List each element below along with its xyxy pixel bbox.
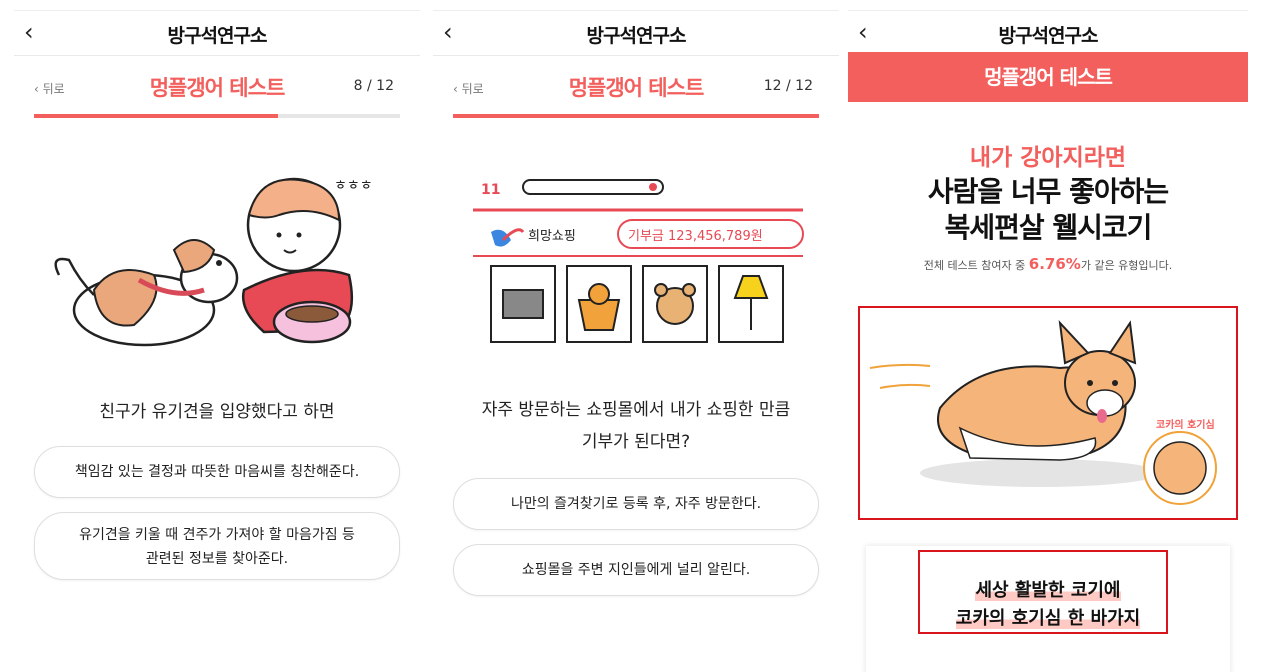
result-image-highlight: 코카의 호기심: [858, 306, 1238, 520]
answer-option-1[interactable]: 나만의 즐겨찾기로 등록 후, 자주 방문한다.: [453, 478, 819, 530]
donation-label: 기부금 123,456,789원: [628, 229, 763, 244]
question-line-2: 기부가 된다면?: [581, 432, 691, 452]
answer-option-2-line2: 관련된 정보를 찾아준다.: [145, 551, 289, 567]
question-line-1: 자주 방문하는 쇼핑몰에서 내가 쇼핑한 만큼: [481, 400, 791, 420]
quiz-header: ‹ 뒤로 멍플갱어 테스트 8 / 12: [14, 72, 420, 106]
description-line-2-text: 코카의 호기심 한 바가지: [955, 608, 1141, 629]
shop-name-label: 희망쇼핑: [528, 229, 576, 244]
progress-bar: [34, 114, 400, 118]
app-bar: ‹ 방구석연구소: [433, 10, 839, 56]
quiz-screen-question-8: ‹ 방구석연구소 ‹ 뒤로 멍플갱어 테스트 8 / 12 ㅎㅎㅎ 친구가 유기…: [14, 0, 420, 672]
answer-option-2[interactable]: 유기견을 키울 때 견주가 가져야 할 마음가짐 등 관련된 정보를 찾아준다.: [34, 512, 400, 580]
description-line-2: 코카의 호기심 한 바가지: [866, 604, 1230, 630]
answer-option-1[interactable]: 책임감 있는 결정과 따뜻한 마음씨를 칭찬해준다.: [34, 446, 400, 498]
progress-fill: [453, 114, 819, 118]
stat-percent: 6.76%: [1028, 255, 1081, 273]
app-bar: ‹ 방구석연구소: [14, 10, 420, 56]
brand-logo: 11: [481, 182, 500, 198]
result-stat: 전체 테스트 참여자 중 6.76%가 같은 유형입니다.: [848, 255, 1248, 273]
answer-option-2-label: 쇼핑몰을 주변 지인들에게 널리 알린다.: [521, 562, 751, 578]
answer-option-1-label: 나만의 즐겨찾기로 등록 후, 자주 방문한다.: [510, 496, 762, 512]
stat-suffix: 가 같은 유형입니다.: [1080, 259, 1173, 272]
badge-label: 코카의 호기심: [1156, 418, 1215, 431]
app-title: 방구석연구소: [586, 25, 687, 47]
quiz-screen-question-12: ‹ 방구석연구소 ‹ 뒤로 멍플갱어 테스트 12 / 12 11 희망쇼핑 기…: [433, 0, 839, 672]
progress-bar: [453, 114, 819, 118]
quiz-header: ‹ 뒤로 멍플갱어 테스트 12 / 12: [433, 72, 839, 106]
boy-dog-illustration: ㅎㅎㅎ: [54, 177, 373, 347]
corgi-illustration: 코카의 호기심: [869, 320, 1217, 505]
question-counter: 8 / 12: [353, 78, 394, 94]
result-subtitle: 내가 강아지라면: [969, 145, 1127, 171]
app-title: 방구석연구소: [167, 25, 268, 47]
svg-text:ㅎㅎㅎ: ㅎㅎㅎ: [334, 178, 373, 194]
progress-fill: [34, 114, 278, 118]
app-title: 방구석연구소: [998, 25, 1099, 47]
shopping-mall-illustration: 11 희망쇼핑 기부금 123,456,789원: [473, 179, 804, 343]
question-text: 친구가 유기견을 입양했다고 하면: [99, 402, 335, 422]
app-bar: ‹ 방구석연구소: [848, 10, 1248, 55]
answer-option-2[interactable]: 쇼핑몰을 주변 지인들에게 널리 알린다.: [453, 544, 819, 596]
result-screen: ‹ 방구석연구소 멍플갱어 테스트 내가 강아지라면 사람을 너무 좋아하는 복…: [848, 0, 1248, 672]
result-banner: 멍플갱어 테스트: [848, 52, 1248, 102]
result-title-line-1: 사람을 너무 좋아하는: [927, 175, 1169, 208]
result-description-card: 세상 활발한 코기에 코카의 호기심 한 바가지: [866, 546, 1230, 672]
answer-option-1-label: 책임감 있는 결정과 따뜻한 마음씨를 칭찬해준다.: [74, 464, 360, 480]
question-counter: 12 / 12: [763, 78, 813, 94]
result-title-line-2: 복세편살 웰시코기: [944, 211, 1153, 244]
stat-prefix: 전체 테스트 참여자 중: [923, 259, 1026, 272]
description-line-1-text: 세상 활발한 코기에: [975, 580, 1121, 601]
description-line-1: 세상 활발한 코기에: [866, 576, 1230, 602]
answer-option-2-line1: 유기견을 키울 때 견주가 가져야 할 마음가짐 등: [79, 527, 355, 543]
